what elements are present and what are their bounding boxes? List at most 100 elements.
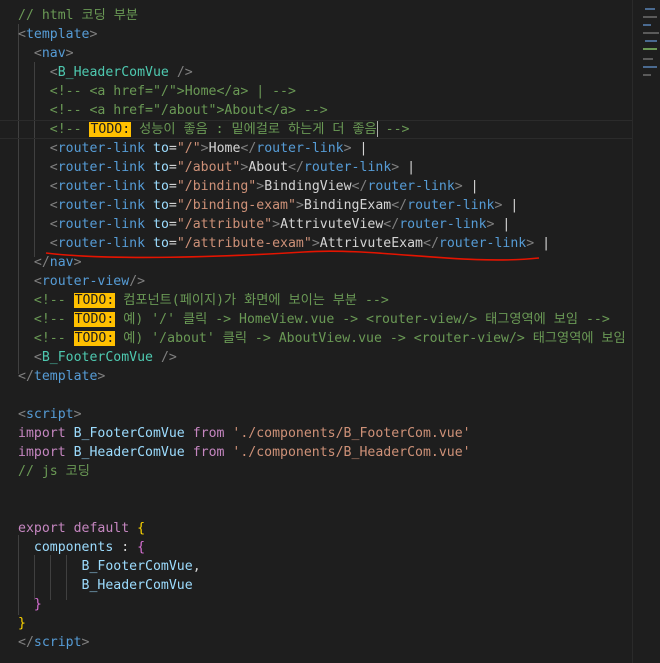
code-line[interactable]: // html 코딩 부분 (18, 6, 626, 25)
code-token: </ (18, 635, 34, 650)
code-token: < (49, 160, 58, 175)
code-token: > (272, 217, 281, 232)
code-token: "/attribute" (176, 217, 273, 232)
code-line[interactable]: B_FooterComVue, (18, 557, 626, 576)
code-line[interactable]: <router-link to="/">Home</router-link> | (18, 139, 626, 158)
code-line[interactable]: components : { (18, 538, 626, 557)
code-line[interactable]: <script> (18, 405, 626, 424)
code-token: from (192, 426, 225, 441)
code-token: , (192, 559, 201, 574)
code-token: { (137, 521, 146, 536)
code-line[interactable]: <B_HeaderComVue /> (18, 63, 626, 82)
minimap-line (643, 32, 659, 34)
todo-highlight: TODO: (73, 312, 116, 327)
code-line[interactable]: <!-- <a href="/">Home</a> | --> (18, 82, 626, 101)
code-token: < (49, 65, 58, 80)
code-token: './components/B_HeaderCom.vue' (232, 445, 471, 460)
code-token: </ (18, 369, 34, 384)
code-line[interactable]: import B_FooterComVue from './components… (18, 424, 626, 443)
minimap-line (645, 40, 657, 42)
code-token: | (399, 160, 416, 175)
code-line[interactable]: <router-view/> (18, 272, 626, 291)
code-token: router-link (256, 141, 344, 156)
code-token: B_HeaderComVue (57, 65, 169, 80)
todo-highlight: TODO: (73, 331, 116, 346)
code-token: B_FooterComVue (65, 426, 193, 441)
code-line[interactable] (18, 481, 626, 500)
code-token: "/binding-exam" (176, 198, 296, 213)
code-token: template (25, 27, 90, 42)
code-token: // js 코딩 (18, 464, 90, 479)
code-token: 예) '/' 클릭 -> HomeView.vue -> <router-vie… (115, 312, 610, 327)
code-line[interactable]: <router-link to="/about">About</router-l… (18, 158, 626, 177)
code-line[interactable]: <router-link to="/attribute">AttrivuteVi… (18, 215, 626, 234)
code-token: router-link (57, 198, 146, 213)
code-line[interactable]: </script> (18, 633, 626, 652)
code-line[interactable]: B_HeaderComVue (18, 576, 626, 595)
code-token: /> (129, 274, 146, 289)
code-line[interactable]: <!-- <a href="/about">About</a> --> (18, 101, 626, 120)
code-line[interactable]: <template> (18, 25, 626, 44)
code-token: router-view (41, 274, 130, 289)
minimap-line (643, 24, 651, 26)
code-editor[interactable]: // html 코딩 부분 <template> <nav> <B_HeaderC… (0, 0, 632, 663)
code-token: to (145, 141, 169, 156)
minimap-line (643, 74, 651, 76)
code-line[interactable]: <B_FooterComVue /> (18, 348, 626, 367)
code-line[interactable]: <nav> (18, 44, 626, 63)
code-token: </ (351, 179, 368, 194)
code-line[interactable]: <!-- TODO: 예) '/' 클릭 -> HomeView.vue -> … (18, 310, 626, 329)
code-line[interactable]: </template> (18, 367, 626, 386)
code-token: <!-- (33, 312, 74, 327)
code-line[interactable]: } (18, 595, 626, 614)
code-token: < (33, 350, 42, 365)
code-token: default (73, 521, 130, 536)
code-line[interactable]: <!-- TODO: 성능이 좋음 : 밑에걸로 하는게 더 좋음 --> (0, 120, 632, 139)
code-token: <!-- <a href="/">Home</a> | --> (49, 84, 296, 99)
code-line[interactable]: // js 코딩 (18, 462, 626, 481)
code-token: = (168, 198, 177, 213)
code-token: <!-- <a href="/about">About</a> --> (49, 103, 328, 118)
code-line[interactable]: export default { (18, 519, 626, 538)
code-token: > (200, 141, 209, 156)
code-token: to (145, 217, 169, 232)
code-token: /> (168, 65, 193, 80)
code-token: About (248, 160, 289, 175)
code-line[interactable] (18, 500, 626, 519)
code-token: 예) '/about' 클릭 -> AboutView.vue -> <rout… (115, 331, 626, 346)
code-token: import (18, 445, 66, 460)
code-line[interactable]: } (18, 614, 626, 633)
code-line[interactable]: <!-- TODO: 예) '/about' 클릭 -> AboutView.v… (18, 329, 626, 348)
code-token: </ (240, 141, 257, 156)
code-token: </ (383, 217, 400, 232)
code-token: router-link (399, 217, 487, 232)
code-token: B_HeaderComVue (81, 578, 193, 593)
code-token: > (256, 179, 265, 194)
code-token: < (18, 407, 26, 422)
code-line[interactable]: <router-link to="/binding">BindingView</… (18, 177, 626, 196)
code-token: : (113, 540, 138, 555)
code-token: router-link (57, 141, 146, 156)
code-token: < (18, 27, 26, 42)
code-token: = (168, 217, 177, 232)
code-token: | (502, 198, 519, 213)
code-token: B_HeaderComVue (65, 445, 193, 460)
code-token: } (33, 597, 42, 612)
code-line[interactable] (18, 386, 626, 405)
code-line[interactable]: import B_HeaderComVue from './components… (18, 443, 626, 462)
code-lines[interactable]: // html 코딩 부분 <template> <nav> <B_HeaderC… (0, 6, 632, 652)
code-line[interactable]: <router-link to="/binding-exam">BindingE… (18, 196, 626, 215)
code-token: = (168, 179, 177, 194)
code-token: | (462, 179, 479, 194)
code-token: | (351, 141, 368, 156)
minimap-scrollbar[interactable] (632, 0, 660, 663)
code-line[interactable]: <!-- TODO: 컴포넌트(페이지)가 화면에 보이는 부분 --> (18, 291, 626, 310)
